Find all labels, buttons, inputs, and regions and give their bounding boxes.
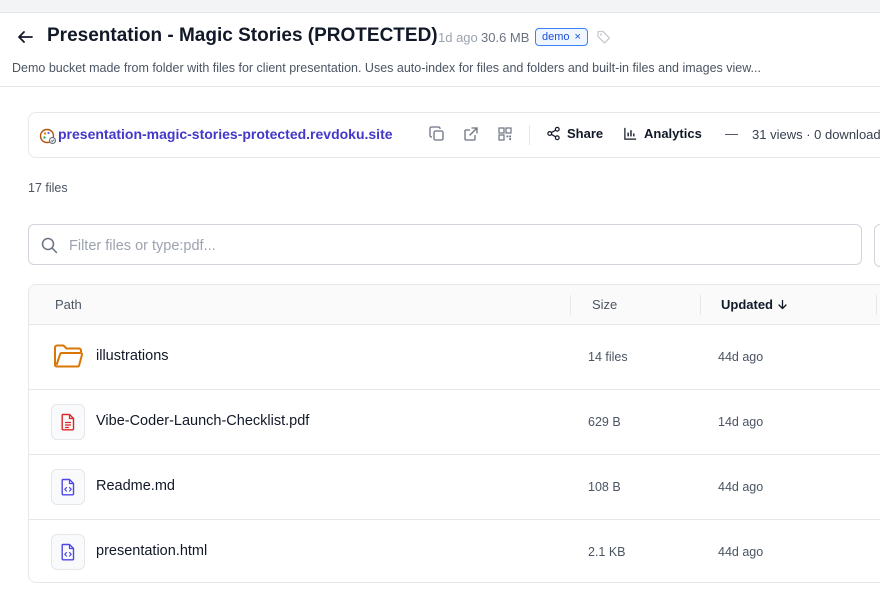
toolbar-divider (529, 125, 530, 145)
folder-icon (54, 344, 83, 368)
column-divider (700, 295, 701, 315)
back-arrow-icon[interactable] (16, 28, 34, 46)
column-path[interactable]: Path (55, 297, 82, 312)
pdf-file-icon (61, 413, 75, 431)
file-updated: 44d ago (718, 480, 764, 494)
table-row[interactable]: Readme.md 108 B 44d ago (29, 455, 880, 520)
stats-separator: — (725, 126, 738, 141)
file-size: 14 files (588, 350, 628, 364)
bucket-description: Demo bucket made from folder with files … (12, 61, 761, 75)
file-updated: 44d ago (718, 350, 764, 364)
filter-input[interactable] (67, 233, 851, 259)
share-label: Share (567, 126, 604, 141)
code-file-icon (61, 543, 75, 561)
code-file-icon (61, 478, 75, 496)
file-icon-box (51, 404, 85, 440)
file-size: 629 B (588, 415, 621, 429)
file-icon-box (51, 469, 85, 505)
filter-options-button[interactable] (874, 224, 880, 267)
table-row[interactable]: Vibe-Coder-Launch-Checklist.pdf 629 B 14… (29, 390, 880, 455)
column-divider (876, 295, 877, 315)
search-icon (41, 237, 58, 254)
page-title: Presentation - Magic Stories (PROTECTED) (47, 25, 438, 46)
file-updated: 44d ago (718, 545, 764, 559)
file-name: Readme.md (96, 478, 175, 494)
site-palette-icon (39, 128, 57, 145)
file-size: 2.1 KB (588, 545, 626, 559)
table-row[interactable]: illustrations 14 files 44d ago (29, 325, 880, 390)
site-url-link[interactable]: presentation-magic-stories-protected.rev… (58, 126, 393, 142)
external-link-icon[interactable] (463, 126, 479, 142)
file-size: 108 B (588, 480, 621, 494)
copy-icon[interactable] (429, 126, 445, 142)
table-header: Path Size Updated (29, 285, 880, 325)
tag-label: demo (542, 31, 570, 43)
share-button[interactable]: Share (546, 126, 603, 141)
table-row[interactable]: presentation.html 2.1 KB 44d ago (29, 520, 880, 582)
bar-chart-icon (624, 127, 637, 140)
file-count: 17 files (28, 181, 68, 195)
file-name: illustrations (96, 348, 169, 364)
add-tag-icon[interactable] (596, 29, 612, 45)
qr-code-icon[interactable] (497, 126, 513, 142)
bucket-size: 30.6 MB (481, 30, 530, 45)
share-icon (547, 126, 560, 141)
bucket-header: Presentation - Magic Stories (PROTECTED)… (0, 12, 880, 87)
filter-box (28, 224, 862, 265)
analytics-label: Analytics (644, 126, 702, 141)
site-url-bar: presentation-magic-stories-protected.rev… (28, 112, 880, 158)
column-divider (570, 295, 571, 315)
tag-remove-icon[interactable]: × (575, 29, 581, 45)
column-size[interactable]: Size (592, 297, 617, 312)
column-updated-label: Updated (721, 297, 773, 312)
file-icon-box (51, 534, 85, 570)
bucket-age: 1d ago (438, 30, 478, 45)
file-updated: 14d ago (718, 415, 764, 429)
tag-badge: demo × (535, 28, 588, 46)
analytics-button[interactable]: Analytics (623, 126, 702, 141)
sort-desc-arrow-icon (778, 299, 787, 310)
file-name: presentation.html (96, 543, 208, 559)
view-stats: 31 views · 0 downloads (752, 127, 880, 142)
file-name: Vibe-Coder-Launch-Checklist.pdf (96, 413, 310, 429)
files-table: Path Size Updated illustrations 14 files… (28, 284, 880, 583)
column-updated[interactable]: Updated (721, 297, 788, 312)
